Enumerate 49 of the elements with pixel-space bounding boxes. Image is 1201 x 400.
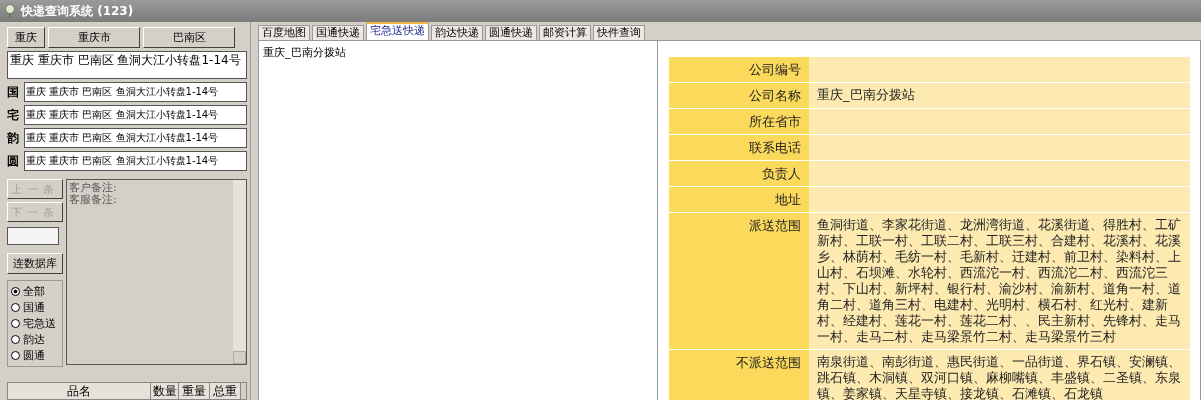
carrier-label: 国 xyxy=(7,83,20,101)
field-label: 所在省市 xyxy=(669,109,809,134)
field-label: 负责人 xyxy=(669,161,809,186)
filter-radio[interactable]: 圆通 xyxy=(11,348,59,363)
tab[interactable]: 圆通快递 xyxy=(485,25,537,40)
address-field[interactable]: 重庆 重庆市 巴南区 鱼洞大江小转盘1-14号 xyxy=(24,128,247,148)
column-header[interactable]: 总重 xyxy=(210,383,241,399)
region-button[interactable]: 重庆 xyxy=(7,27,45,48)
region-button[interactable]: 重庆市 xyxy=(48,27,140,48)
table-cell: 重庆_巴南分拨站 xyxy=(809,83,1190,108)
tab[interactable]: 韵达快递 xyxy=(431,25,483,40)
app-icon xyxy=(4,4,16,18)
tab[interactable]: 国通快递 xyxy=(312,25,364,40)
carrier-label: 宅 xyxy=(7,106,20,124)
field-label: 不派送范围 xyxy=(669,350,809,400)
note-label: 客户备注: xyxy=(69,182,118,194)
input-field[interactable] xyxy=(7,227,59,245)
address-field[interactable]: 重庆 重庆市 巴南区 鱼洞大江小转盘1-14号 xyxy=(24,151,247,171)
scroll-down-icon[interactable] xyxy=(233,351,246,364)
field-label: 联系电话 xyxy=(669,135,809,160)
tab[interactable]: 百度地图 xyxy=(258,25,310,40)
filter-radio[interactable]: 韵达 xyxy=(11,332,59,347)
scrollbar[interactable] xyxy=(233,180,246,364)
field-label: 公司编号 xyxy=(669,57,809,82)
tab[interactable]: 邮资计算 xyxy=(539,25,591,40)
column-header[interactable]: 数量 xyxy=(151,383,179,399)
carrier-label: 韵 xyxy=(7,129,20,147)
field-label: 公司名称 xyxy=(669,83,809,108)
connect-database-button[interactable]: 连数据库 xyxy=(7,253,63,274)
window-title: 快递查询系统 (123) xyxy=(21,2,134,20)
field-label: 地址 xyxy=(669,187,809,212)
table-cell: 南泉街道、南彭街道、惠民街道、一品街道、界石镇、安澜镇、跳石镇、木洞镇、双河口镇、麻柳嘴镇、丰盛镇、二圣镇、东泉镇、姜家镇、天星寺镇、接龙镇、石滩镇、石龙镇 xyxy=(809,350,1190,400)
result-item[interactable]: 重庆_巴南分拨站 xyxy=(263,45,653,60)
tab[interactable]: 宅急送快递 xyxy=(366,22,429,40)
note-label: 客服备注: xyxy=(69,194,118,206)
filter-radio[interactable]: 全部 xyxy=(11,284,59,299)
region-button[interactable]: 巴南区 xyxy=(143,27,235,48)
column-header[interactable]: 重量 xyxy=(179,383,210,399)
field-label: 派送范围 xyxy=(669,213,809,349)
table-cell: 鱼洞街道、李家花街道、龙洲湾街道、花溪街道、得胜村、工矿新村、工联一村、工联二村、工联三村、合建村、花溪村、花溪乡、林荫村、毛纺一村、毛新村、迁建村、前卫村、染料村、上山村、石坝滩、水轮村、西流沱一村、西流沱二村、西流沱三村、下山村、新坪村、银行村、渝沙村、渝新村、道角一村、道角二村、道角三村、电建村、光明村、横石村、红光村、建新村、经建村、莲花一村、莲花二村、、民主新村、先锋村、走马一村、走马二村、走马梁景竹二村、走马梁景竹三村 xyxy=(809,213,1190,349)
filter-radio[interactable]: 宅急送 xyxy=(11,316,59,331)
filter-radio[interactable]: 国通 xyxy=(11,300,59,315)
address-field[interactable]: 重庆 重庆市 巴南区 鱼洞大江小转盘1-14号 xyxy=(24,82,247,102)
address-field[interactable]: 重庆 重庆市 巴南区 鱼洞大江小转盘1-14号 xyxy=(24,105,247,125)
notes-box[interactable]: 客户备注: 客服备注: xyxy=(66,179,247,365)
tab[interactable]: 快件查询 xyxy=(593,25,645,40)
address-box[interactable]: 重庆 重庆市 巴南区 鱼洞大江小转盘1-14号 xyxy=(7,51,247,79)
column-header[interactable]: 品名 xyxy=(8,383,151,399)
carrier-label: 圆 xyxy=(7,152,20,170)
